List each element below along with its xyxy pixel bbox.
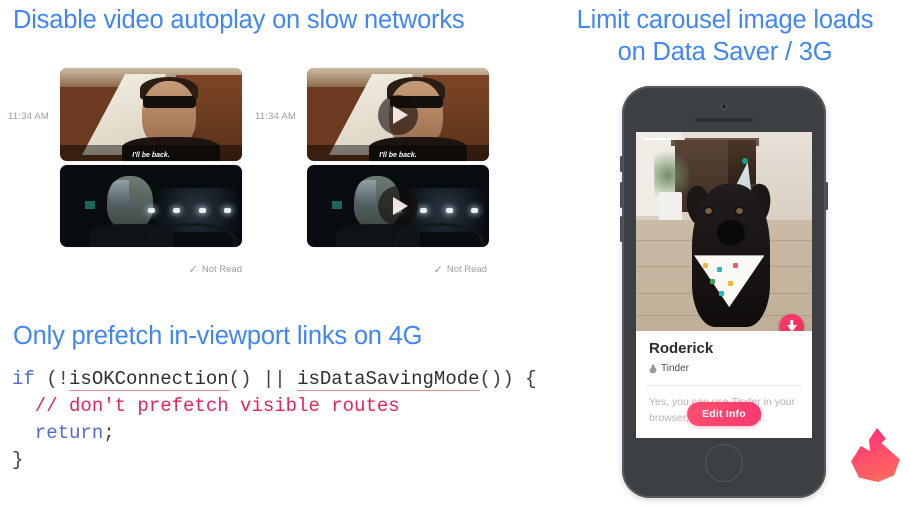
code-punct-semicolon: ; [103, 422, 115, 444]
page-title-right: Limit carousel image loads on Data Saver… [546, 4, 904, 68]
code-block: if (!isOKConnection() || isDataSavingMod… [12, 366, 537, 474]
home-button-icon[interactable] [705, 444, 743, 482]
video-frame-daylight: I'll be back. [60, 68, 242, 161]
front-camera-icon [720, 103, 728, 110]
message-timestamp: 11:34 AM [8, 111, 50, 122]
message-status-label: Not Read [446, 264, 487, 275]
code-punct-brace: } [12, 449, 24, 471]
code-punct-or: () || [228, 368, 298, 390]
profile-name: Roderick [649, 340, 714, 357]
phone-mockup: Roderick Tinder Yes, you can use Tinder … [620, 86, 828, 498]
check-icon: ✓ [433, 264, 443, 276]
divider [646, 385, 802, 386]
page-title-right-line2: on Data Saver / 3G [617, 38, 833, 66]
code-comment: // don't prefetch visible routes [12, 395, 400, 417]
silent-switch[interactable] [620, 156, 623, 172]
page-title-left: Disable video autoplay on slow networks [13, 6, 465, 34]
chat-bubble-autoplay: 11:34 AM I'll be back. ✓ Not Read [0, 62, 248, 277]
code-punct-close: ()) { [479, 368, 537, 390]
tinder-flame-logo [850, 428, 900, 482]
video-caption-text: I'll be back. [132, 152, 170, 159]
play-icon[interactable] [378, 186, 418, 226]
video-caption-bar: I'll be back. [307, 145, 489, 161]
video-caption-bar: I'll be back. [60, 145, 242, 161]
flame-icon [649, 364, 657, 373]
edit-info-button[interactable]: Edit Info [687, 402, 761, 426]
play-icon[interactable] [378, 94, 418, 135]
volume-up-button[interactable] [620, 182, 623, 208]
check-icon: ✓ [188, 264, 198, 276]
message-status-label: Not Read [201, 264, 242, 275]
profile-source: Tinder [649, 363, 689, 374]
carousel-progress-indicator [643, 138, 685, 140]
chat-bubble-clicktoplay: 11:34 AM I'll be back. ✓ Not Read [245, 62, 493, 277]
profile-card-info: Roderick Tinder Yes, you can use Tinder … [636, 331, 812, 438]
video-thumbnail-paused-2[interactable] [307, 165, 489, 247]
video-thumbnail-playing[interactable]: I'll be back. [60, 68, 242, 161]
code-punct-open: (! [34, 368, 70, 390]
profile-photo[interactable] [636, 132, 812, 331]
power-button[interactable] [825, 182, 828, 210]
page-title-right-line1: Limit carousel image loads [576, 6, 874, 34]
code-keyword-return: return [12, 422, 104, 444]
video-frame-night [60, 165, 242, 247]
page-title-code-section: Only prefetch in-viewport links on 4G [13, 322, 423, 350]
message-timestamp: 11:34 AM [255, 111, 297, 122]
video-caption-text: I'll be back. [379, 152, 417, 159]
message-status: ✓ Not Read [189, 263, 242, 276]
profile-source-label: Tinder [661, 363, 689, 374]
video-thumbnail-paused[interactable]: I'll be back. [307, 68, 489, 161]
phone-screen: Roderick Tinder Yes, you can use Tinder … [636, 132, 812, 438]
slide-canvas: Disable video autoplay on slow networks … [0, 0, 910, 506]
code-identifier-isokconnection: isOKConnection [69, 368, 229, 391]
earpiece-speaker-icon [695, 118, 753, 122]
code-identifier-isdatasavingmode: isDataSavingMode [297, 368, 480, 391]
message-status: ✓ Not Read [434, 263, 487, 276]
volume-down-button[interactable] [620, 216, 623, 242]
code-keyword-if: if [12, 368, 35, 390]
video-thumbnail-playing-2[interactable] [60, 165, 242, 247]
dog-subject [692, 183, 770, 327]
